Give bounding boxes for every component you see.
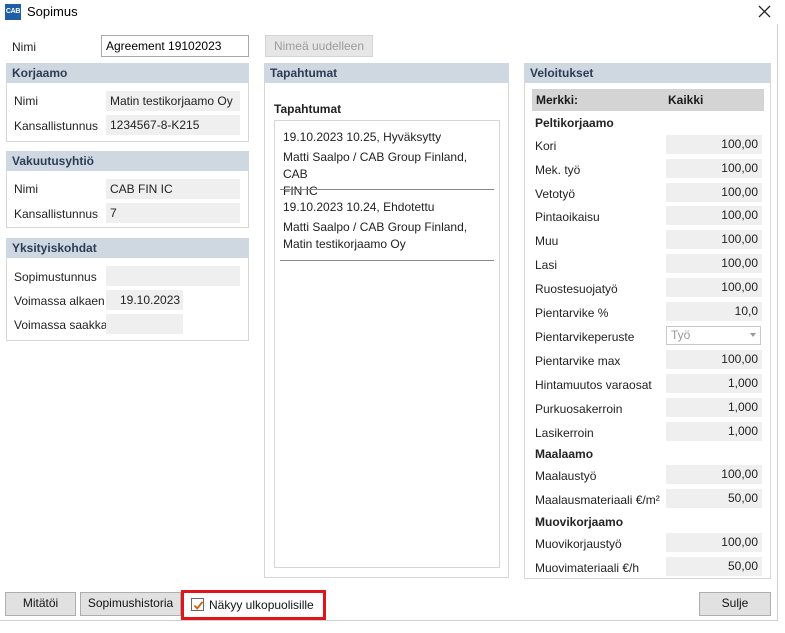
events-list-title: Tapahtumat <box>274 102 342 116</box>
charge-label-mek-tyo: Mek. työ <box>535 163 581 177</box>
charge-value-pintaoikaisu[interactable]: 100,00 <box>666 206 762 225</box>
event-header: 19.10.2023 10.24, Ehdotettu <box>283 200 435 214</box>
close-icon <box>758 5 771 18</box>
agreement-name-label: Nimi <box>12 40 36 54</box>
event-actor: Matti Saalpo / CAB Group Finland, CAB <box>283 150 468 181</box>
charge-value-maalausmateriaali[interactable]: 50,00 <box>666 489 762 508</box>
close-button[interactable]: Sulje <box>699 592 771 616</box>
vakuutusyhtio-id-value: 7 <box>106 203 240 223</box>
window-border-right <box>777 24 778 620</box>
charge-label-lasi: Lasi <box>535 258 558 272</box>
rename-button[interactable]: Nimeä uudelleen <box>265 35 373 57</box>
charge-value-hintamuutos[interactable]: 1,000 <box>666 374 762 393</box>
contract-dialog: CAB Sopimus Nimi Nimeä uudelleen Korjaam… <box>0 0 785 633</box>
charge-value-maalaustyo[interactable]: 100,00 <box>666 465 762 484</box>
visible-to-outsiders-checkbox[interactable] <box>191 598 204 611</box>
charge-label-purkuosakerroin: Purkuosakerroin <box>535 402 623 416</box>
korjaamo-name-label: Nimi <box>14 94 38 108</box>
category-peltikorjaamo: Peltikorjaamo <box>535 116 614 130</box>
event-divider <box>280 260 494 261</box>
title-bar: CAB Sopimus <box>0 0 785 24</box>
charge-label-muu: Muu <box>535 234 559 248</box>
valid-from-label: Voimassa alkaen <box>14 294 105 308</box>
vakuutusyhtio-name-value: CAB FIN IC <box>106 179 240 199</box>
cancel-contract-button[interactable]: Mitätöi <box>5 592 76 616</box>
charge-label-ruostesuojatyo: Ruostesuojatyö <box>535 282 618 296</box>
charge-label-pientarvikeperuste: Pientarvikeperuste <box>535 330 635 344</box>
charge-value-muovimateriaali[interactable]: 50,00 <box>666 557 762 576</box>
charges-table-header: Merkki: Kaikki <box>532 89 764 111</box>
charge-value-pientarvike-pct[interactable]: 10,0 <box>666 302 762 321</box>
charge-label-pintaoikaisu: Pintaoikaisu <box>535 210 600 224</box>
close-window-button[interactable] <box>750 0 780 24</box>
tapahtumat-header: Tapahtumat <box>264 63 509 83</box>
vakuutusyhtio-id-label: Kansallistunnus <box>14 207 99 221</box>
events-list[interactable]: 19.10.2023 10.25, Hyväksytty Matti Saalp… <box>274 120 500 568</box>
charge-value-lasi[interactable]: 100,00 <box>666 254 762 273</box>
charge-value-muu[interactable]: 100,00 <box>666 230 762 249</box>
list-item: 19.10.2023 10.24, Ehdotettu Matti Saalpo… <box>283 199 491 253</box>
charge-value-mek-tyo[interactable]: 100,00 <box>666 159 762 178</box>
charge-value-vetotyo[interactable]: 100,00 <box>666 183 762 202</box>
all-column-header: Kaikki <box>668 93 704 107</box>
yksityiskohdat-header: Yksityiskohdat <box>6 238 249 258</box>
category-maalaamo: Maalaamo <box>535 447 594 461</box>
charge-label-maalausmateriaali: Maalausmateriaali €/m² <box>535 493 660 507</box>
pientarvikeperuste-selected: Työ <box>671 328 691 342</box>
checkmark-icon <box>193 601 204 610</box>
event-header: 19.10.2023 10.25, Hyväksytty <box>283 130 442 144</box>
event-actor-cont: FIN IC <box>283 184 318 198</box>
contract-number-label: Sopimustunnus <box>14 270 97 284</box>
valid-to-label: Voimassa saakka <box>14 318 108 332</box>
agreement-name-input[interactable] <box>101 35 249 57</box>
vakuutusyhtio-name-label: Nimi <box>14 182 38 196</box>
veloitukset-header: Veloitukset <box>524 63 771 83</box>
window-title: Sopimus <box>27 4 78 19</box>
korjaamo-id-label: Kansallistunnus <box>14 119 99 133</box>
chevron-down-icon <box>750 333 756 337</box>
charge-label-pientarvike-pct: Pientarvike % <box>535 306 609 320</box>
charge-value-purkuosakerroin[interactable]: 1,000 <box>666 398 762 417</box>
charge-label-kori: Kori <box>535 139 557 153</box>
category-muovikorjaamo: Muovikorjaamo <box>535 515 624 529</box>
charge-label-hintamuutos: Hintamuutos varaosat <box>535 378 652 392</box>
charge-label-lasikerroin: Lasikerroin <box>535 426 594 440</box>
contract-number-value <box>106 266 240 286</box>
charge-label-muovimateriaali: Muovimateriaali €/h <box>535 561 640 575</box>
visible-to-outsiders-label[interactable]: Näkyy ulkopuolisille <box>209 598 314 612</box>
window-border-bottom <box>0 620 778 621</box>
valid-to-value <box>106 314 183 334</box>
charge-label-pientarvike-max: Pientarvike max <box>535 354 621 368</box>
event-actor: Matti Saalpo / CAB Group Finland, <box>283 220 468 234</box>
charge-value-ruostesuojatyo[interactable]: 100,00 <box>666 278 762 297</box>
charge-label-muovikorjaustyo: Muovikorjaustyö <box>535 537 622 551</box>
korjaamo-name-value: Matin testikorjaamo Oy <box>106 91 240 111</box>
valid-from-value: 19.10.2023 <box>106 290 183 310</box>
event-divider <box>280 189 494 190</box>
charge-value-muovikorjaustyo[interactable]: 100,00 <box>666 533 762 552</box>
event-actor-cont: Matin testikorjaamo Oy <box>283 237 406 251</box>
korjaamo-header: Korjaamo <box>6 63 249 83</box>
charge-value-kori[interactable]: 100,00 <box>666 135 762 154</box>
charge-value-pientarvike-max[interactable]: 100,00 <box>666 350 762 369</box>
visible-to-outsiders-highlight: Näkyy ulkopuolisille <box>181 590 326 620</box>
contract-history-button[interactable]: Sopimushistoria <box>80 592 181 616</box>
charge-value-lasikerroin[interactable]: 1,000 <box>666 422 762 441</box>
korjaamo-id-value: 1234567-8-K215 <box>106 115 240 135</box>
pientarvikeperuste-select[interactable]: Työ <box>666 326 761 345</box>
charge-label-vetotyo: Vetotyö <box>535 187 576 201</box>
brand-column-header: Merkki: <box>536 93 579 107</box>
app-logo-icon: CAB <box>5 4 21 20</box>
vakuutusyhtio-header: Vakuutusyhtiö <box>6 151 249 171</box>
charge-label-maalaustyo: Maalaustyö <box>535 469 597 483</box>
